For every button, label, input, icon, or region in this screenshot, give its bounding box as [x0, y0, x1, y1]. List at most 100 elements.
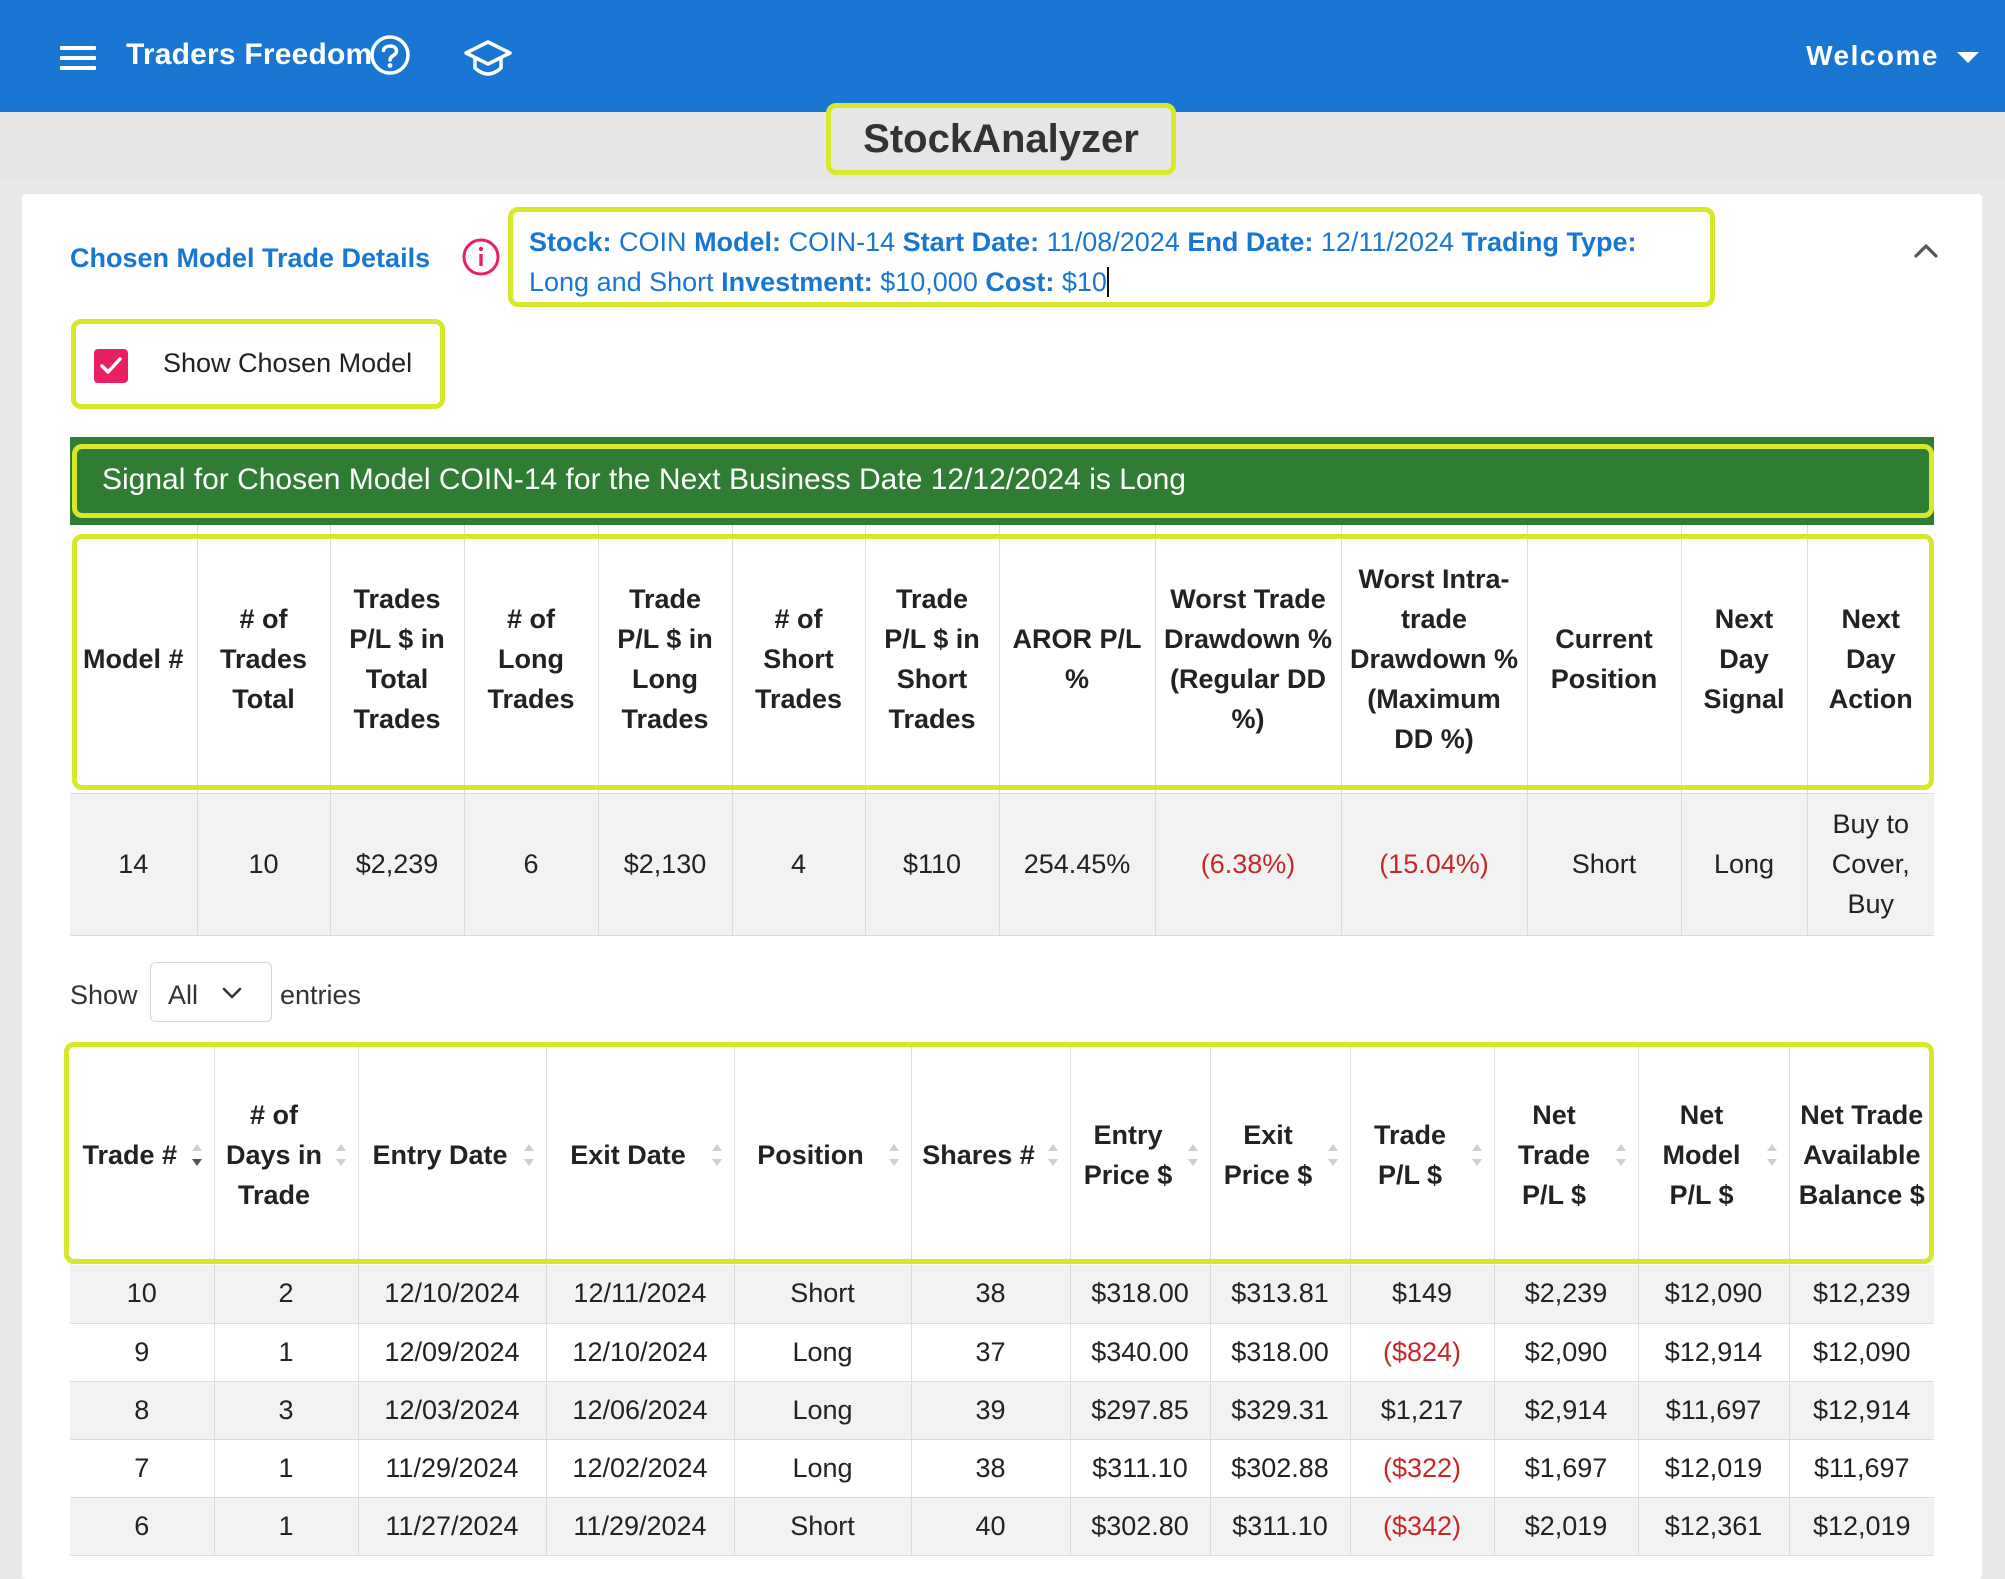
column-header-label: Net Trade P/L $ [1517, 1100, 1591, 1210]
show-label: Show [70, 980, 138, 1010]
school-icon[interactable] [463, 38, 513, 78]
table-cell: $329.31 [1210, 1381, 1351, 1440]
table-cell: 10 [70, 1265, 215, 1324]
summary-cell: 10 [197, 792, 331, 936]
table-row[interactable]: 9 1 12/09/2024 12/10/2024 Long 37 $340.00 $318.… [70, 1323, 1934, 1382]
table-cell: 40 [911, 1497, 1071, 1556]
table-cell: $12,239 [1789, 1265, 1934, 1324]
table-cell: Short [734, 1497, 912, 1556]
start-date-label: Start Date: [902, 227, 1040, 257]
chevron-up-icon[interactable] [1908, 238, 1944, 264]
table-cell: 12/03/2024 [358, 1381, 547, 1440]
cost-value: $10 [1061, 267, 1107, 297]
table-cell: 1 [214, 1323, 359, 1382]
table-row[interactable]: 7 1 11/29/2024 12/02/2024 Long 38 $311.10 $302.… [70, 1439, 1934, 1498]
table-cell: Long [734, 1323, 912, 1382]
stock-value: COIN [619, 227, 687, 257]
column-header-label: # of Days in Trade [225, 1100, 323, 1210]
show-chosen-model-label[interactable]: Show Chosen Model [163, 348, 412, 379]
table-cell: Long [734, 1381, 912, 1440]
table-cell: $302.80 [1070, 1497, 1211, 1556]
table-cell: 3 [214, 1381, 359, 1440]
info-icon[interactable] [461, 237, 501, 277]
table-cell: 7 [70, 1439, 215, 1498]
column-header-net-model-pl[interactable]: Net Model P/L $ [1638, 1045, 1790, 1265]
table-cell: $12,914 [1789, 1381, 1934, 1440]
help-icon[interactable] [369, 34, 411, 76]
table-cell: $318.00 [1070, 1265, 1211, 1324]
table-cell: $2,090 [1494, 1323, 1639, 1382]
column-header-label: Position [757, 1140, 864, 1170]
entries-select-value[interactable]: All [168, 980, 198, 1011]
column-header-trade-pl[interactable]: Trade P/L $ [1350, 1045, 1495, 1265]
table-cell: 12/11/2024 [546, 1265, 735, 1324]
end-date-value: 12/11/2024 [1320, 227, 1454, 257]
column-header-label: Entry Date [372, 1140, 508, 1170]
column-header-entry-date[interactable]: Entry Date [358, 1045, 547, 1265]
entries-select[interactable]: All [150, 962, 272, 1022]
app-bar: Traders Freedom Welcome [0, 0, 2005, 112]
column-header-shares[interactable]: Shares # [911, 1045, 1071, 1265]
table-row[interactable]: 8 3 12/03/2024 12/06/2024 Long 39 $297.85 $329.… [70, 1381, 1934, 1440]
table-cell: 12/02/2024 [546, 1439, 735, 1498]
welcome-menu[interactable]: Welcome [1806, 40, 1939, 72]
table-cell: $2,239 [1494, 1265, 1639, 1324]
sort-icon[interactable] [1612, 1138, 1630, 1172]
summary-header-row: Model # # of Trades Total Trades P/L $ i… [70, 525, 1934, 793]
column-header-entry-price[interactable]: Entry Price $ [1070, 1045, 1211, 1265]
sort-icon[interactable] [332, 1138, 350, 1172]
column-header-label: Trade # [82, 1140, 178, 1170]
column-header-label: Entry Price $ [1083, 1120, 1173, 1190]
summary-cell: 4 [732, 792, 866, 936]
brand-name[interactable]: Traders Freedom [126, 38, 372, 72]
sort-icon[interactable] [1324, 1138, 1342, 1172]
table-cell: 1 [214, 1439, 359, 1498]
summary-header: Current Position [1527, 525, 1682, 793]
table-cell: ($342) [1350, 1497, 1495, 1556]
show-chosen-model-checkbox[interactable] [94, 349, 128, 383]
column-header-days-in-trade[interactable]: # of Days in Trade [214, 1045, 359, 1265]
sort-icon[interactable] [520, 1138, 538, 1172]
sort-icon[interactable] [1184, 1138, 1202, 1172]
sort-icon[interactable] [1763, 1138, 1781, 1172]
table-cell: $297.85 [1070, 1381, 1211, 1440]
table-row[interactable]: 10 2 12/10/2024 12/11/2024 Short 38 $318.00 $31… [70, 1265, 1934, 1324]
section-title[interactable]: Chosen Model Trade Details [70, 243, 430, 274]
summary-header: Worst Intra-trade Drawdown % (Maximum DD… [1341, 525, 1528, 793]
menu-icon[interactable] [60, 46, 96, 70]
column-header-exit-date[interactable]: Exit Date [546, 1045, 735, 1265]
table-cell: $1,217 [1350, 1381, 1495, 1440]
table-cell: 12/10/2024 [358, 1265, 547, 1324]
sort-descending-icon[interactable] [188, 1138, 206, 1172]
table-cell: ($322) [1350, 1439, 1495, 1498]
investment-label: Investment: [721, 267, 873, 297]
sort-icon[interactable] [1468, 1138, 1486, 1172]
column-header-trade-no[interactable]: Trade # [70, 1045, 215, 1265]
show-chosen-model-toggle[interactable]: Show Chosen Model [71, 319, 445, 409]
trading-type-label: Trading Type: [1461, 227, 1637, 257]
summary-table: Model # # of Trades Total Trades P/L $ i… [70, 525, 1934, 936]
table-cell: 12/06/2024 [546, 1381, 735, 1440]
table-cell: 11/29/2024 [546, 1497, 735, 1556]
table-cell: $2,019 [1494, 1497, 1639, 1556]
column-header-net-trade-pl[interactable]: Net Trade P/L $ [1494, 1045, 1639, 1265]
summary-cell: $2,239 [330, 792, 465, 936]
summary-cell: 254.45% [999, 792, 1156, 936]
chevron-down-icon[interactable] [1957, 52, 1979, 63]
summary-header: # of Short Trades [732, 525, 866, 793]
sort-icon[interactable] [1044, 1138, 1062, 1172]
summary-cell: 14 [70, 792, 198, 936]
signal-banner: Signal for Chosen Model COIN-14 for the … [72, 444, 1934, 518]
table-row[interactable]: 6 1 11/27/2024 11/29/2024 Short 40 $302.80 $311… [70, 1497, 1934, 1556]
column-header-available-balance[interactable]: Net Trade Available Balance $ [1789, 1045, 1934, 1265]
table-cell: $12,090 [1789, 1323, 1934, 1382]
column-header-label: Trade P/L $ [1373, 1120, 1447, 1190]
column-header-position[interactable]: Position [734, 1045, 912, 1265]
table-cell: ($824) [1350, 1323, 1495, 1382]
table-cell: $12,361 [1638, 1497, 1790, 1556]
sort-icon[interactable] [885, 1138, 903, 1172]
summary-header: # of Trades Total [197, 525, 331, 793]
sort-icon[interactable] [708, 1138, 726, 1172]
column-header-exit-price[interactable]: Exit Price $ [1210, 1045, 1351, 1265]
summary-header: Trade P/L $ in Long Trades [598, 525, 733, 793]
